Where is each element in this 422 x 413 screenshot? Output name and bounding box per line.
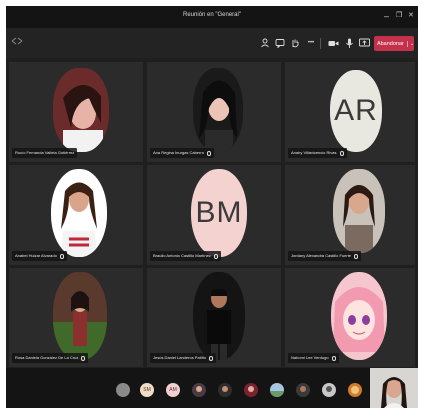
participant-bubble[interactable]: SM: [140, 383, 154, 397]
chevron-down-icon[interactable]: ⌄: [406, 40, 414, 47]
participant-tile[interactable]: Nahomi Lee Verdugo: [285, 268, 415, 367]
participant-tile[interactable]: Anabel Huizar Alvarado: [9, 165, 143, 265]
collapse-arrows-icon[interactable]: [11, 37, 23, 47]
microphone-icon[interactable]: [342, 36, 356, 50]
participant-bubble[interactable]: [116, 383, 130, 397]
participant-name-tag: Ana Regina Inurgas Caberro: [150, 148, 214, 158]
participant-tile[interactable]: Jordany Alexandra Castillo Fuerte: [285, 165, 415, 265]
participant-bubble[interactable]: AM: [166, 383, 180, 397]
participant-tile[interactable]: Jesús Daniel Landeros Patiño: [147, 268, 281, 367]
participant-tile[interactable]: Rocío Fernanda Valleta Gutiérrez: [9, 62, 143, 162]
meeting-window: Reunión en "General" – ❐ ✕ ••• Abandonar…: [6, 6, 418, 408]
participant-photo-bubble[interactable]: [192, 383, 206, 397]
participant-name-tag: Braulio Antonio Castillo Martínez: [150, 251, 221, 261]
video-grid: Rocío Fernanda Valleta Gutiérrez Ana Reg…: [9, 62, 415, 367]
participant-photo: [193, 68, 243, 152]
title-bar: Reunión en "General" – ❐ ✕: [6, 6, 418, 28]
minimize-button[interactable]: –: [384, 10, 389, 22]
participant-photo-bubble[interactable]: [296, 383, 310, 397]
participant-photo: [51, 169, 107, 257]
toolbar-divider: [320, 38, 321, 49]
microphone-muted-icon: [209, 355, 214, 361]
overflow-participants-bar: SM AM: [6, 368, 418, 408]
participant-initials-avatar: AR: [330, 70, 382, 152]
participant-name-tag: Rocío Fernanda Valleta Gutiérrez: [12, 148, 78, 158]
window-title: Reunión en "General": [183, 12, 241, 18]
raise-hand-icon[interactable]: [288, 36, 302, 50]
participant-photo-bubble[interactable]: [244, 383, 258, 397]
meeting-toolbar: ••• Abandonar ⌄: [6, 28, 418, 58]
participant-name-tag: Rosa Daniela González De La Cruz: [12, 353, 89, 363]
self-view-video[interactable]: [370, 368, 418, 408]
participant-tile[interactable]: Ana Regina Inurgas Caberro: [147, 62, 281, 162]
microphone-muted-icon: [339, 150, 344, 156]
microphone-muted-icon: [59, 253, 64, 259]
microphone-muted-icon: [331, 355, 336, 361]
leave-button[interactable]: Abandonar ⌄: [374, 36, 414, 51]
participant-photo: [331, 272, 387, 360]
participant-photo: [53, 272, 107, 360]
participant-name-tag: Anabel Huizar Alvarado: [12, 251, 67, 261]
more-options-button[interactable]: •••: [304, 36, 318, 50]
participant-photo-bubble[interactable]: [218, 383, 232, 397]
participant-name-tag: Nahomi Lee Verdugo: [288, 353, 339, 363]
participant-tile[interactable]: BM Braulio Antonio Castillo Martínez: [147, 165, 281, 265]
microphone-muted-icon: [206, 150, 211, 156]
participant-tile[interactable]: Rosa Daniela González De La Cruz: [9, 268, 143, 367]
microphone-muted-icon: [213, 253, 218, 259]
camera-icon[interactable]: [326, 36, 340, 50]
participant-photo: [193, 272, 245, 360]
close-button[interactable]: ✕: [408, 10, 414, 22]
microphone-muted-icon: [354, 253, 359, 259]
chat-icon[interactable]: [273, 36, 287, 50]
participant-photo-bubble[interactable]: [270, 383, 284, 397]
participants-icon[interactable]: [258, 36, 272, 50]
participant-photo-bubble[interactable]: [322, 383, 336, 397]
microphone-muted-icon: [81, 355, 86, 361]
participant-name-tag: Jesús Daniel Landeros Patiño: [150, 353, 217, 363]
participant-initials-avatar: BM: [191, 169, 247, 257]
participant-tile[interactable]: AR Anahy Villavicencio Rivas: [285, 62, 415, 162]
restore-button[interactable]: ❐: [396, 10, 402, 22]
participant-photo-bubble[interactable]: [348, 383, 362, 397]
leave-label: Abandonar: [376, 40, 404, 47]
participant-name-tag: Anahy Villavicencio Rivas: [288, 148, 347, 158]
participant-name-tag: Jordany Alexandra Castillo Fuerte: [288, 251, 362, 261]
share-screen-icon[interactable]: [357, 36, 371, 50]
participant-photo: [53, 68, 109, 152]
participant-photo: [333, 169, 385, 253]
